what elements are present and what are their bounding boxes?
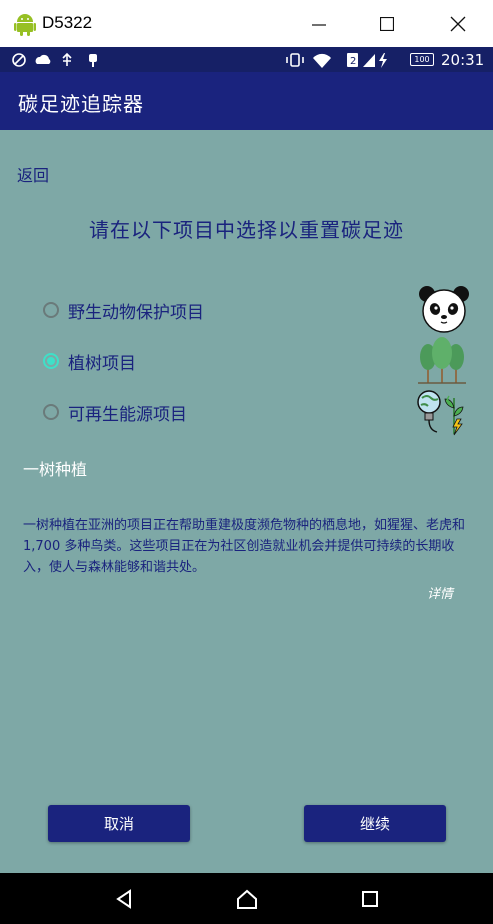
section-description: 一树种植在亚洲的项目正在帮助重建极度濒危物种的栖息地，如猩猩、老虎和 1,700… <box>23 518 466 575</box>
radio-tree-planting[interactable] <box>43 353 59 369</box>
battery-icon: 100 <box>410 53 434 66</box>
app-bar: 碳足迹追踪器 <box>0 72 493 130</box>
minimize-icon <box>312 24 326 26</box>
navigation-bar <box>0 873 493 924</box>
main-content: 返回 请在以下项目中选择以重置碳足迹 野生动物保护项目 植树项目 可再生能源项目 <box>0 130 493 873</box>
status-system-icons: 2 <box>286 53 387 68</box>
close-window-button[interactable] <box>435 8 481 40</box>
status-notification-icons <box>12 52 97 67</box>
status-clock: 20:31 <box>441 51 485 69</box>
maximize-button[interactable] <box>364 8 410 40</box>
radio-renewable-energy[interactable] <box>43 404 59 420</box>
option-label-wildlife: 野生动物保护项目 <box>68 302 204 323</box>
trees-icon <box>418 337 466 384</box>
cancel-button[interactable]: 取消 <box>48 805 190 842</box>
window-title: D5322 <box>42 13 93 32</box>
option-tree-planting[interactable]: 植树项目 <box>43 347 136 375</box>
recents-square-icon <box>362 890 378 907</box>
app-title: 碳足迹追踪器 <box>18 92 144 116</box>
renewable-energy-icon <box>417 390 464 436</box>
battery-level: 100 <box>414 55 430 64</box>
minimize-button[interactable] <box>296 8 342 40</box>
option-wildlife[interactable]: 野生动物保护项目 <box>43 296 204 324</box>
panda-icon <box>419 286 469 333</box>
radio-wildlife[interactable] <box>43 302 59 318</box>
nav-recents-button[interactable] <box>340 873 400 924</box>
maximize-icon <box>380 17 394 31</box>
details-link[interactable]: 详情 <box>427 583 453 602</box>
window-titlebar: D5322 <box>0 0 493 47</box>
nav-home-button[interactable] <box>217 873 277 924</box>
continue-button[interactable]: 继续 <box>304 805 446 842</box>
option-renewable-energy[interactable]: 可再生能源项目 <box>43 398 187 426</box>
status-bar: 2 100 20:31 <box>0 47 493 72</box>
svg-text:2: 2 <box>350 56 356 67</box>
page-heading: 请在以下项目中选择以重置碳足迹 <box>89 218 404 242</box>
home-icon <box>237 889 257 909</box>
back-link[interactable]: 返回 <box>17 162 49 186</box>
nav-back-button[interactable] <box>94 873 154 924</box>
section-title: 一树种植 <box>23 460 88 479</box>
android-icon <box>14 14 36 36</box>
back-triangle-icon <box>116 888 131 909</box>
option-label-tree-planting: 植树项目 <box>68 353 136 374</box>
option-label-renewable-energy: 可再生能源项目 <box>68 404 187 425</box>
close-icon <box>450 16 466 32</box>
